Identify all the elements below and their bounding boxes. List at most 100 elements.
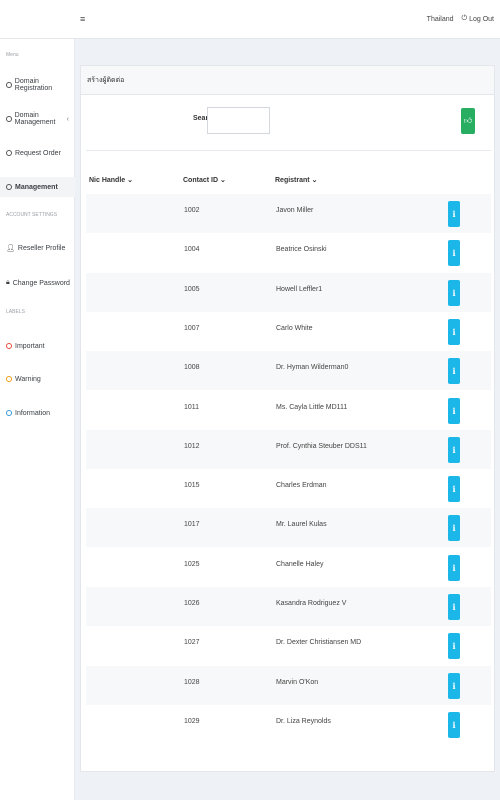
info-button[interactable]: i [448, 397, 460, 424]
contact-id-cell: 1002 [184, 207, 200, 214]
info-icon: i [452, 484, 456, 495]
column-header-registrant[interactable]: Registrant ⌄ [275, 176, 317, 184]
info-button[interactable]: i [448, 318, 460, 345]
info-button[interactable]: i [448, 476, 460, 503]
info-icon: i [452, 680, 456, 691]
logout-label: Log Out [469, 15, 494, 23]
sidebar: Menu Domain Registration Domain Manageme… [0, 39, 75, 800]
circle-icon [6, 184, 12, 190]
table-row: 1004 Beatrice Osinski i [86, 233, 491, 272]
contact-id-cell: 1029 [184, 717, 200, 725]
info-icon: i [452, 366, 456, 377]
sidebar-item-label: Information [15, 409, 51, 417]
info-button[interactable]: i [448, 554, 460, 581]
table-row: 1002 Javon Miller i [86, 194, 491, 233]
contact-id-cell: 1028 [184, 678, 200, 686]
column-header-nic-handle[interactable]: Nic Handle ⌄ [89, 176, 133, 184]
sidebar-item-label: Management [15, 183, 58, 191]
search-input[interactable] [207, 107, 270, 134]
sidebar-item-label: Domain Registration [14, 78, 53, 92]
language-selector[interactable]: Thailand [427, 16, 454, 23]
sidebar-item-label: Reseller Profile [17, 244, 66, 252]
contact-id-cell: 1027 [184, 639, 200, 647]
info-icon: i [452, 209, 456, 219]
info-icon: i [452, 287, 456, 298]
info-icon: i [452, 562, 456, 573]
registrant-cell: Kasandra Rodriguez V [276, 600, 347, 607]
info-button[interactable]: i [448, 201, 460, 227]
registrant-cell: Beatrice Osinski [276, 246, 327, 254]
contact-id-cell: 1017 [184, 521, 200, 529]
thumbs-up-icon: 👍︎ [463, 116, 473, 125]
add-contact-button[interactable]: 👍︎ [461, 108, 475, 134]
info-button[interactable]: i [448, 358, 460, 385]
top-right-group: Thailand ⏻ Log Out [427, 15, 494, 23]
contact-id-cell: 1012 [184, 442, 200, 450]
info-button[interactable]: i [448, 240, 460, 267]
contact-id-cell: 1015 [184, 482, 200, 490]
contact-id-cell: 1007 [184, 324, 200, 332]
sidebar-item-information[interactable]: Information [0, 403, 75, 423]
info-button[interactable]: i [448, 711, 460, 738]
sidebar-item-label: Warning [15, 375, 41, 383]
info-button[interactable]: i [448, 594, 460, 620]
table-row: 1028 Marvin O'Kon i [86, 665, 491, 705]
top-navbar: ≡ Thailand ⏻ Log Out [0, 0, 500, 39]
sidebar-item-request-order[interactable]: Request Order [0, 143, 75, 163]
registrant-cell: Howell Leffler1 [276, 285, 323, 293]
registrant-cell: Prof. Cynthia Steuber DDS11 [276, 442, 367, 450]
account-settings-header: ACCOUNT SETTINGS [6, 212, 58, 218]
sidebar-item-change-password[interactable]: 🔒︎ Change Password [0, 273, 75, 293]
info-icon: i [452, 523, 456, 534]
table-row: 1025 Chanelle Haley i [86, 548, 491, 587]
table-row: 1012 Prof. Cynthia Steuber DDS11 i [86, 429, 491, 469]
registrant-cell: Dr. Hyman Wilderman0 [276, 364, 349, 372]
info-button[interactable]: i [448, 436, 460, 463]
sidebar-item-management[interactable]: Management [0, 177, 75, 197]
contact-panel: สร้างผู้ติดต่อ Search 👍︎ Nic Handle ⌄ Co… [80, 65, 495, 772]
info-button[interactable]: i [448, 672, 460, 699]
chevron-down-icon: ⌄ [127, 177, 134, 184]
info-icon: i [452, 248, 456, 259]
info-button[interactable]: i [448, 633, 460, 660]
table-row: 1027 Dr. Dexter Christiansen MD i [86, 626, 491, 665]
contact-id-cell: 1008 [184, 364, 200, 372]
registrant-cell: Dr. Liza Reynolds [276, 717, 331, 725]
info-icon: i [452, 602, 456, 612]
info-icon: i [452, 719, 456, 730]
sidebar-item-warning[interactable]: Warning [0, 369, 75, 389]
contact-id-cell: 1025 [184, 560, 200, 568]
circle-icon [6, 343, 12, 349]
info-icon: i [452, 444, 456, 455]
sidebar-item-label: Request Order [15, 149, 61, 157]
table-row: 1008 Dr. Hyman Wilderman0 i [86, 351, 491, 391]
info-button[interactable]: i [448, 279, 460, 306]
sidebar-item-important[interactable]: Important [0, 336, 75, 356]
registrant-cell: Carlo White [276, 324, 313, 332]
registrant-cell: Chanelle Haley [276, 560, 324, 568]
logout-button[interactable]: ⏻ Log Out [462, 15, 494, 23]
sidebar-item-domain-registration[interactable]: Domain Registration [0, 75, 75, 95]
registrant-cell: Charles Erdman [276, 482, 327, 490]
table-row: 1007 Carlo White i [86, 312, 491, 351]
divider [86, 150, 491, 151]
lock-icon: 🔒︎ [6, 279, 10, 286]
registrant-cell: Marvin O'Kon [276, 678, 319, 686]
sidebar-item-domain-management[interactable]: Domain Management ‹ [0, 109, 75, 129]
contact-id-cell: 1026 [184, 600, 200, 607]
table-row: 1005 Howell Leffler1 i [86, 272, 491, 312]
contact-id-cell: 1011 [184, 403, 200, 411]
registrant-cell: Javon Miller [276, 207, 314, 214]
sidebar-item-label: Change Password [12, 279, 70, 287]
chevron-left-icon: ‹ [66, 115, 69, 123]
sidebar-item-label: Important [15, 342, 45, 350]
info-button[interactable]: i [448, 515, 460, 542]
sidebar-item-reseller-profile[interactable]: 👤︎ Reseller Profile [0, 238, 75, 258]
column-header-contact-id[interactable]: Contact ID ⌄ [183, 176, 226, 184]
table-row: 1015 Charles Erdman i [86, 469, 491, 508]
chevron-down-icon: ⌄ [311, 177, 318, 184]
hamburger-icon[interactable]: ≡ [80, 14, 85, 24]
contact-id-cell: 1004 [184, 246, 200, 254]
circle-icon [6, 376, 12, 382]
table-row: 1026 Kasandra Rodriguez V i [86, 587, 491, 626]
